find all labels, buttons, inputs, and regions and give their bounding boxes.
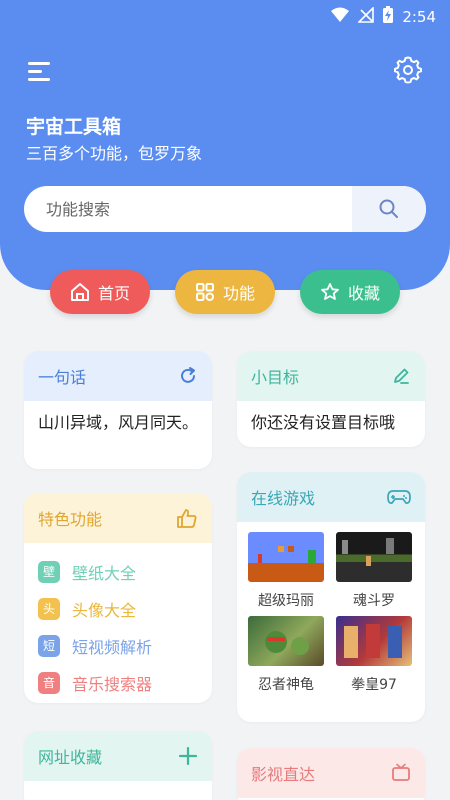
app-title: 宇宙工具箱	[26, 116, 122, 138]
nav-functions-button[interactable]: 功能	[175, 270, 275, 314]
edit-pencil-icon[interactable]	[391, 366, 411, 386]
gamepad-icon	[387, 490, 411, 504]
thumbs-up-icon	[177, 509, 197, 528]
feature-label: 音乐搜索器	[72, 674, 153, 694]
movies-card-header: 影视直达	[237, 748, 425, 798]
bookmarks-card-header: 网址收藏	[24, 731, 212, 781]
status-time: 2:54	[402, 8, 436, 26]
feature-badge: 头	[38, 597, 60, 620]
features-card: 特色功能 壁 壁纸大全 头 头像大全 短 短视频解析 音 音乐搜索器	[24, 493, 212, 703]
nav-favorites-label: 收藏	[347, 284, 380, 303]
star-icon	[321, 283, 339, 300]
feature-avatars[interactable]: 头 头像大全	[38, 590, 198, 627]
goal-text: 你还没有设置目标哦	[251, 413, 396, 432]
search-icon	[379, 199, 398, 218]
game-ninja-turtles[interactable]: 忍者神龟	[248, 616, 324, 694]
game-name: 拳皇97	[351, 677, 397, 693]
no-signal-icon	[357, 6, 375, 27]
grid-icon	[195, 283, 215, 302]
movies-card: 影视直达	[237, 748, 425, 800]
features-card-header: 特色功能	[24, 493, 212, 543]
nav-functions-label: 功能	[222, 284, 255, 303]
game-name: 超级玛丽	[258, 593, 314, 609]
feature-badge: 音	[38, 671, 60, 694]
add-icon[interactable]	[178, 746, 198, 766]
feature-wallpapers[interactable]: 壁 壁纸大全	[38, 553, 198, 590]
settings-gear-icon[interactable]	[394, 56, 422, 84]
feature-badge: 壁	[38, 560, 60, 583]
header-banner: 2:54 宇宙工具箱 三百多个功能，包罗万象	[0, 0, 450, 290]
feature-label: 头像大全	[72, 600, 137, 620]
game-thumbnail	[248, 616, 324, 666]
feature-music-search[interactable]: 音 音乐搜索器	[38, 664, 198, 701]
menu-icon[interactable]	[28, 60, 52, 82]
status-bar: 2:54	[0, 0, 450, 32]
game-name: 魂斗罗	[353, 593, 395, 609]
search-input[interactable]	[24, 186, 354, 232]
quote-card-title: 一句话	[38, 368, 87, 387]
bookmarks-card-title: 网址收藏	[38, 748, 103, 767]
game-super-mario[interactable]: 超级玛丽	[248, 532, 324, 610]
app-subtitle: 三百多个功能，包罗万象	[26, 144, 203, 163]
game-thumbnail	[248, 532, 324, 582]
nav-home-label: 首页	[97, 284, 130, 303]
games-card: 在线游戏 超级玛丽 魂斗罗 忍者神龟 拳皇97	[237, 472, 425, 722]
quote-text: 山川异域，风月同天。	[38, 413, 199, 432]
feature-video-parser[interactable]: 短 短视频解析	[38, 627, 198, 664]
search-bar	[24, 186, 426, 232]
features-card-title: 特色功能	[38, 510, 103, 529]
goal-card[interactable]: 小目标 你还没有设置目标哦	[237, 351, 425, 447]
game-thumbnail	[336, 532, 412, 582]
quote-card-header: 一句话	[24, 351, 212, 401]
nav-home-button[interactable]: 首页	[50, 270, 150, 314]
game-thumbnail	[336, 616, 412, 666]
nav-favorites-button[interactable]: 收藏	[300, 270, 400, 314]
refresh-icon[interactable]	[178, 366, 198, 386]
feature-label: 壁纸大全	[72, 563, 137, 583]
bookmarks-card: 网址收藏	[24, 731, 212, 800]
movies-card-title: 影视直达	[251, 765, 316, 784]
goal-card-title: 小目标	[251, 368, 300, 387]
game-kof97[interactable]: 拳皇97	[336, 616, 412, 694]
game-name: 忍者神龟	[258, 677, 314, 693]
games-card-title: 在线游戏	[251, 489, 316, 508]
game-contra[interactable]: 魂斗罗	[336, 532, 412, 610]
wifi-icon	[330, 7, 350, 27]
games-card-header: 在线游戏	[237, 472, 425, 522]
battery-charging-icon	[382, 6, 394, 28]
home-icon	[70, 283, 89, 301]
feature-label: 短视频解析	[72, 637, 153, 657]
video-icon	[392, 763, 410, 781]
quote-card: 一句话 山川异域，风月同天。	[24, 351, 212, 469]
goal-card-header: 小目标	[237, 351, 425, 401]
feature-badge: 短	[38, 634, 60, 657]
search-button[interactable]	[352, 186, 426, 232]
